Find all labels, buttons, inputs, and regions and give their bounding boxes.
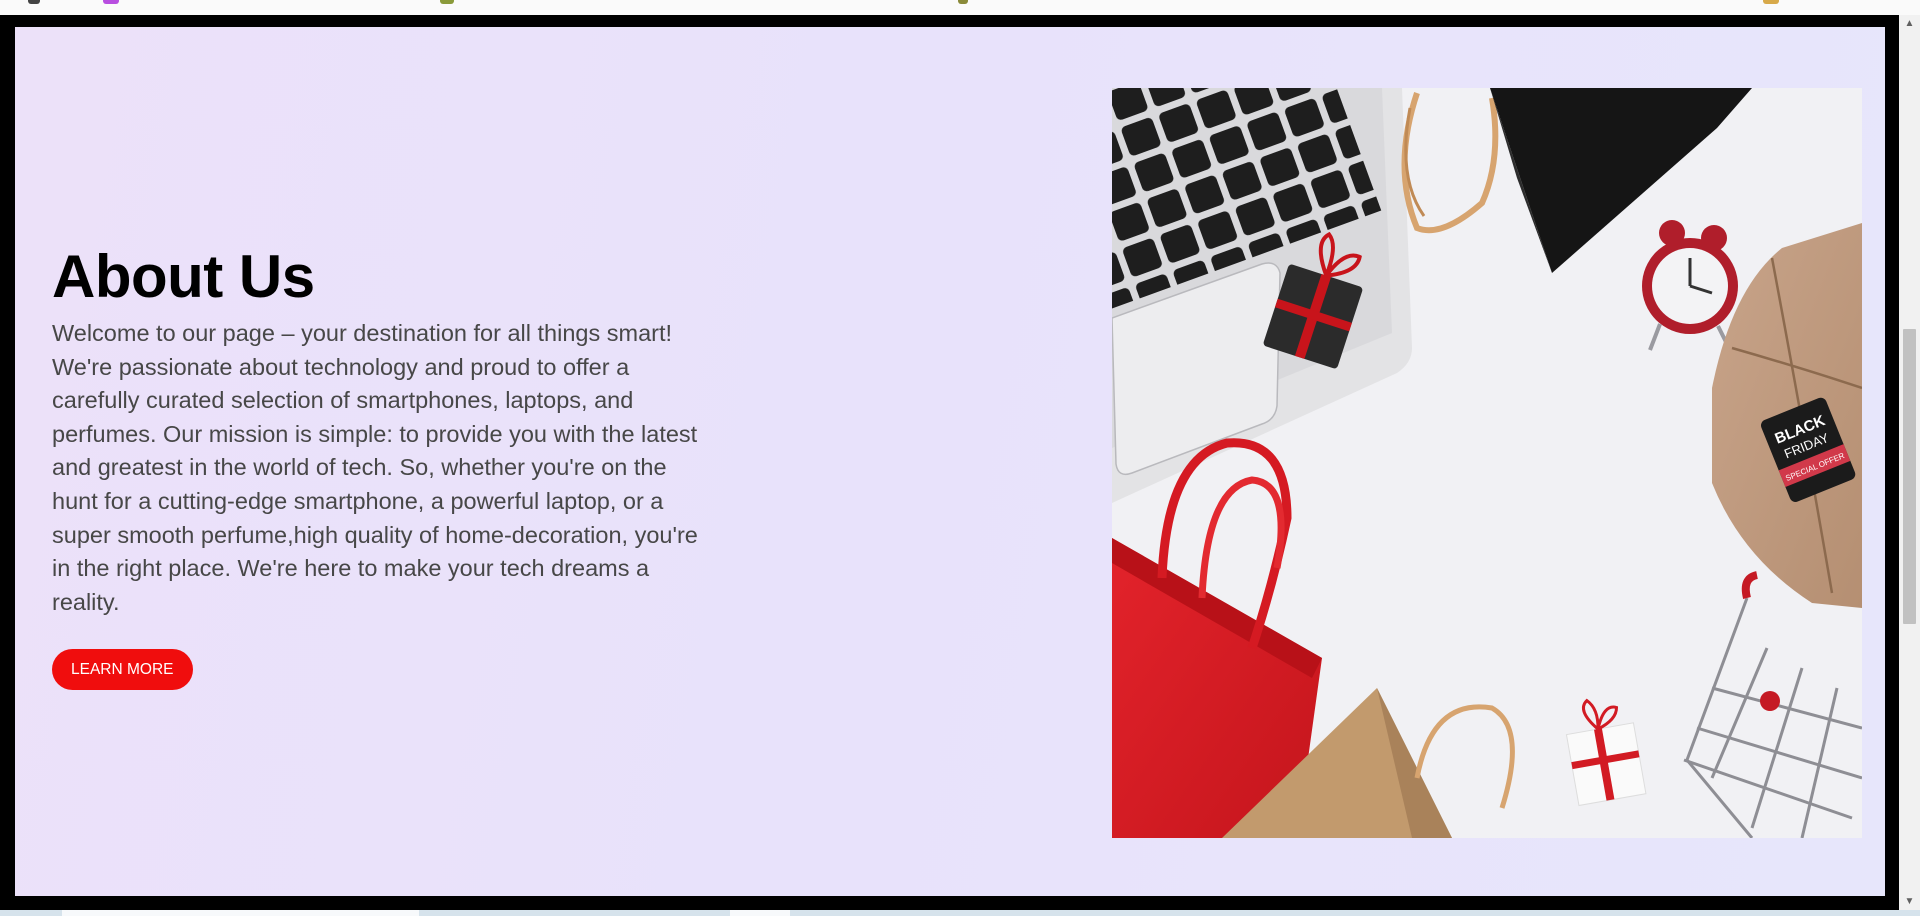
shopping-photo: BLACK FRIDAY SPECIAL OFFER	[1112, 88, 1862, 838]
taskbar-tab[interactable]	[730, 910, 790, 916]
tab-favicon-icon	[1763, 0, 1779, 4]
taskbar-tab[interactable]	[62, 910, 419, 916]
learn-more-button[interactable]: LEARN MORE	[52, 649, 193, 691]
about-section: About Us Welcome to our page – your dest…	[15, 27, 1885, 896]
taskbar-strip	[0, 910, 1920, 916]
about-description: Welcome to our page – your destination f…	[52, 320, 698, 615]
page-title: About Us	[52, 243, 315, 310]
scroll-down-icon[interactable]: ▼	[1899, 893, 1920, 910]
browser-top-strip	[0, 0, 1920, 16]
about-content: About Us Welcome to our page – your dest…	[52, 242, 702, 691]
tab-favicon-icon	[440, 0, 454, 4]
tab-favicon-icon	[958, 0, 968, 4]
vertical-scrollbar[interactable]: ▲ ▼	[1899, 15, 1920, 910]
tab-favicon-icon	[28, 0, 40, 4]
scroll-up-icon[interactable]: ▲	[1899, 15, 1920, 32]
tab-favicon-icon	[103, 0, 119, 4]
scrollbar-thumb[interactable]	[1903, 329, 1916, 624]
